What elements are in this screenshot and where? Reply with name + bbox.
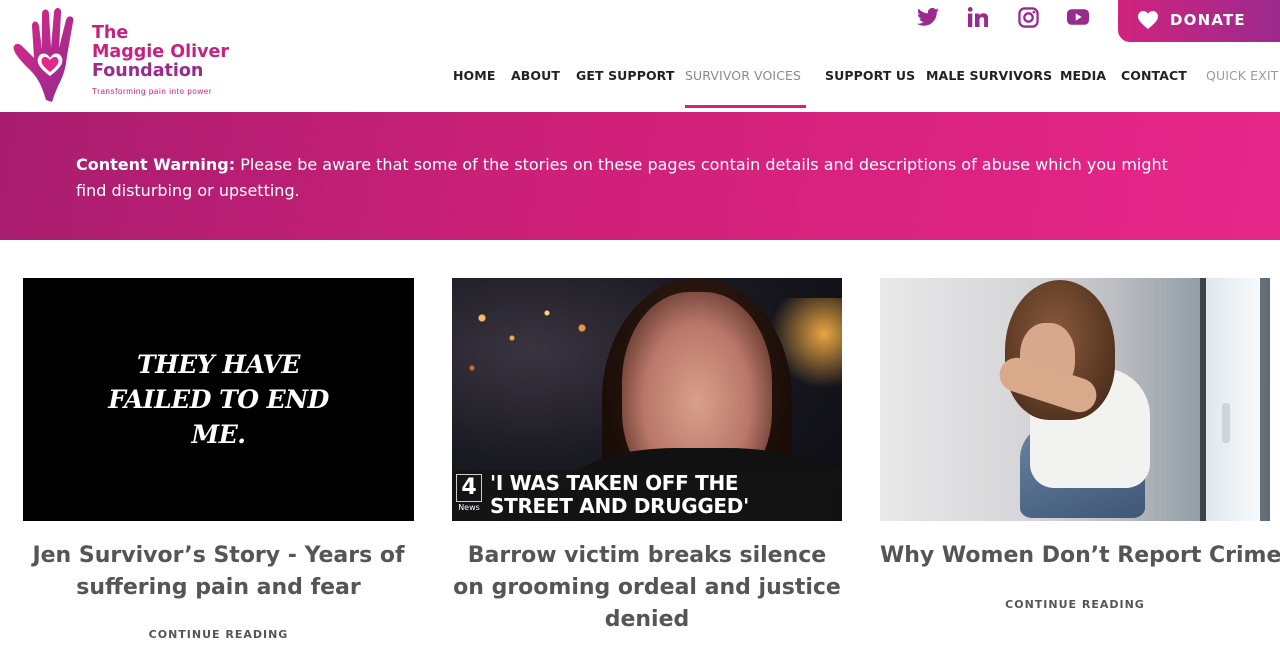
nav-media[interactable]: MEDIA bbox=[1060, 68, 1106, 83]
content-warning-banner: Content Warning: Please be aware that so… bbox=[0, 112, 1280, 240]
heart-icon bbox=[1138, 11, 1158, 29]
nav-support-us[interactable]: SUPPORT US bbox=[825, 68, 915, 83]
nav-about[interactable]: ABOUT bbox=[511, 68, 560, 83]
donate-button[interactable]: DONATE bbox=[1118, 0, 1280, 42]
news-label: News bbox=[458, 503, 480, 512]
nav-contact[interactable]: CONTACT bbox=[1121, 68, 1187, 83]
twitter-icon[interactable] bbox=[917, 4, 939, 30]
nav-quick-exit[interactable]: QUICK EXIT bbox=[1206, 68, 1278, 83]
instagram-icon[interactable] bbox=[1018, 4, 1039, 30]
brand-name: The Maggie Oliver Foundation bbox=[92, 24, 229, 81]
story-image-1-text: THEY HAVE FAILED TO END ME. bbox=[108, 350, 329, 449]
nav-male-survivors[interactable]: MALE SURVIVORS bbox=[926, 68, 1052, 83]
story-title-3[interactable]: Why Women Don’t Report Crimes bbox=[880, 540, 1280, 572]
donate-label: DONATE bbox=[1170, 11, 1246, 29]
youtube-icon[interactable] bbox=[1067, 4, 1089, 30]
window bbox=[1200, 278, 1260, 521]
content-warning-text: Content Warning: Please be aware that so… bbox=[76, 152, 1196, 204]
story-image-1[interactable]: THEY HAVE FAILED TO END ME. bbox=[23, 278, 414, 521]
nav-home[interactable]: HOME bbox=[453, 68, 495, 83]
continue-reading-link-1[interactable]: CONTINUE READING bbox=[23, 628, 414, 641]
story-title-2[interactable]: Barrow victim breaks silence on grooming… bbox=[452, 540, 842, 636]
content-warning-body: Please be aware that some of the stories… bbox=[76, 155, 1168, 200]
nav-get-support[interactable]: GET SUPPORT bbox=[576, 68, 674, 83]
channel4-mark: 4 bbox=[456, 474, 482, 502]
news-caption-bar: 4 News 'I WAS TAKEN OFF THE STREET AND D… bbox=[452, 470, 842, 520]
news-caption-text: 'I WAS TAKEN OFF THE STREET AND DRUGGED' bbox=[490, 471, 749, 518]
brand-name-line2: Maggie Oliver bbox=[92, 42, 230, 62]
brand-name-line1: The bbox=[92, 23, 129, 43]
brand-name-line3: Foundation bbox=[92, 61, 204, 81]
window-handle bbox=[1222, 403, 1230, 443]
continue-reading-link-3[interactable]: CONTINUE READING bbox=[880, 598, 1270, 611]
channel4-news-logo-icon: 4 News bbox=[456, 474, 482, 516]
story-title-1[interactable]: Jen Survivor’s Story - Years of sufferin… bbox=[23, 540, 414, 604]
hand-heart-logo-icon bbox=[13, 7, 74, 102]
site-header: The Maggie Oliver Foundation Transformin… bbox=[0, 0, 1280, 112]
site-logo[interactable]: The Maggie Oliver Foundation Transformin… bbox=[12, 6, 252, 102]
content-warning-label: Content Warning: bbox=[76, 155, 236, 174]
active-nav-indicator bbox=[685, 105, 806, 108]
story-image-2[interactable]: 4 News 'I WAS TAKEN OFF THE STREET AND D… bbox=[452, 278, 842, 521]
brand-tagline: Transforming pain into power bbox=[92, 87, 213, 96]
nav-survivor-voices[interactable]: SURVIVOR VOICES bbox=[685, 68, 801, 83]
linkedin-icon[interactable] bbox=[968, 4, 988, 30]
story-image-3[interactable] bbox=[880, 278, 1270, 521]
